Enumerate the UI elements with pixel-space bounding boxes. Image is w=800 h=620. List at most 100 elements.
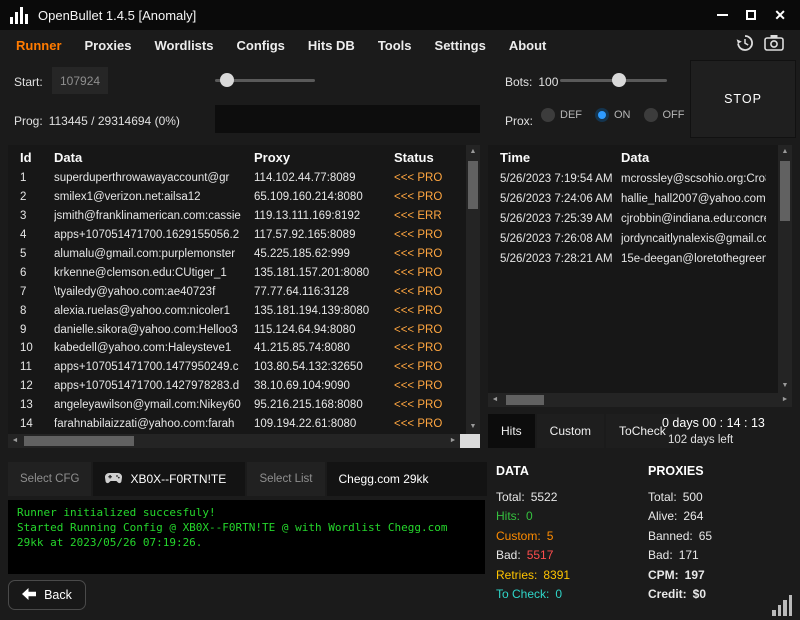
radio-dot xyxy=(595,108,609,122)
scrollbar-thumb[interactable] xyxy=(24,436,134,446)
scroll-down-icon[interactable]: ▼ xyxy=(466,420,480,434)
results-vertical-scrollbar[interactable]: ▲ ▼ xyxy=(466,145,480,434)
cell-proxy: 117.57.92.165:8089 xyxy=(254,229,394,241)
cell-id: 11 xyxy=(8,361,54,373)
cell-data: superduperthrowawayaccount@gr xyxy=(54,172,254,184)
table-row[interactable]: 11apps+107051471700.1477950249.c103.80.5… xyxy=(8,358,480,377)
config-name: XB0X--F0RTN!TE xyxy=(130,472,226,486)
results-horizontal-scrollbar[interactable]: ◄ ► xyxy=(8,434,460,448)
stop-button[interactable]: STOP xyxy=(690,60,796,138)
hit-row[interactable]: 5/26/2023 7:26:08 AMjordyncaitlynalexis@… xyxy=(488,229,792,249)
menu-item-configs[interactable]: Configs xyxy=(236,38,284,53)
scroll-left-icon[interactable]: ◄ xyxy=(488,393,502,407)
bots-slider[interactable] xyxy=(560,73,667,87)
select-cfg-button[interactable]: Select CFG xyxy=(8,462,91,496)
scrollbar-thumb[interactable] xyxy=(506,395,544,405)
stat-line: To Check:0 xyxy=(496,585,641,605)
stat-label: To Check: xyxy=(496,587,549,601)
menu-item-proxies[interactable]: Proxies xyxy=(85,38,132,53)
table-row[interactable]: 14farahnabilaizzati@yahoo.com:farah109.1… xyxy=(8,415,480,434)
cell-data: angeleyawilson@ymail.com:Nikey60 xyxy=(54,399,254,411)
table-row[interactable]: 5alumalu@gmail.com:purplemonster45.225.1… xyxy=(8,245,480,264)
cell-data: kabedell@yahoo.com:Haleysteve1 xyxy=(54,342,254,354)
table-row[interactable]: 7\tyailedy@yahoo.com:ae40723f77.77.64.11… xyxy=(8,282,480,301)
cell-data: \tyailedy@yahoo.com:ae40723f xyxy=(54,286,254,298)
cell-id: 4 xyxy=(8,229,54,241)
table-row[interactable]: 1superduperthrowawayaccount@gr114.102.44… xyxy=(8,169,480,188)
cell-status: <<< PRO xyxy=(394,267,452,279)
history-icon[interactable] xyxy=(736,34,754,57)
back-button[interactable]: Back xyxy=(8,580,86,610)
start-slider[interactable] xyxy=(215,73,315,87)
hits-horizontal-scrollbar[interactable]: ◄ ► xyxy=(488,393,792,407)
maximize-icon[interactable] xyxy=(746,10,756,20)
slider-thumb[interactable] xyxy=(220,73,234,87)
menu-icons xyxy=(736,34,784,57)
hit-row[interactable]: 5/26/2023 7:24:06 AMhallie_hall2007@yaho… xyxy=(488,189,792,209)
stat-label: Total: xyxy=(496,490,525,504)
menu-item-wordlists[interactable]: Wordlists xyxy=(154,38,213,53)
screenshot-camera-icon[interactable] xyxy=(764,34,784,56)
slider-thumb[interactable] xyxy=(612,73,626,87)
scroll-right-icon[interactable]: ► xyxy=(778,393,792,407)
table-row[interactable]: 9danielle.sikora@yahoo.com:Helloo3115.12… xyxy=(8,320,480,339)
start-input[interactable] xyxy=(52,67,108,94)
close-icon[interactable]: ✕ xyxy=(774,8,786,22)
hits-table: TimeData 5/26/2023 7:19:54 AMmcrossley@s… xyxy=(488,145,792,393)
table-row[interactable]: 3jsmith@franklinamerican.com:cassie119.1… xyxy=(8,207,480,226)
tab-hits[interactable]: Hits xyxy=(488,414,535,448)
results-header-status: Status xyxy=(394,150,452,165)
scroll-left-icon[interactable]: ◄ xyxy=(8,434,22,448)
results-header-id: Id xyxy=(8,150,54,165)
bots-value: 100 xyxy=(538,75,558,89)
table-row[interactable]: 4apps+107051471700.1629155056.2117.57.92… xyxy=(8,226,480,245)
cell-status: <<< PRO xyxy=(394,324,452,336)
table-row[interactable]: 10kabedell@yahoo.com:Haleysteve141.215.8… xyxy=(8,339,480,358)
select-list-button[interactable]: Select List xyxy=(247,462,324,496)
cell-status: <<< PRO xyxy=(394,229,452,241)
table-row[interactable]: 8alexia.ruelas@yahoo.com:nicoler1135.181… xyxy=(8,301,480,320)
hit-row[interactable]: 5/26/2023 7:25:39 AMcjrobbin@indiana.edu… xyxy=(488,209,792,229)
cell-status: <<< PRO xyxy=(394,418,452,430)
prox-radio-off[interactable]: OFF xyxy=(644,108,685,122)
cell-status: <<< PRO xyxy=(394,399,452,411)
menu-item-tools[interactable]: Tools xyxy=(378,38,412,53)
tab-custom[interactable]: Custom xyxy=(537,414,604,448)
menu-item-settings[interactable]: Settings xyxy=(435,38,486,53)
cell-proxy: 45.225.185.62:999 xyxy=(254,248,394,260)
prox-radio-def[interactable]: DEF xyxy=(541,108,582,122)
cell-id: 14 xyxy=(8,418,54,430)
hits-vertical-scrollbar[interactable]: ▲ ▼ xyxy=(778,145,792,393)
scroll-up-icon[interactable]: ▲ xyxy=(778,145,792,159)
stat-value: 5517 xyxy=(527,548,554,562)
results-header-proxy: Proxy xyxy=(254,150,394,165)
cell-time: 5/26/2023 7:26:08 AM xyxy=(488,233,621,245)
cell-id: 9 xyxy=(8,324,54,336)
menu-item-runner[interactable]: Runner xyxy=(16,38,62,53)
hit-row[interactable]: 5/26/2023 7:19:54 AMmcrossley@scsohio.or… xyxy=(488,169,792,189)
scroll-down-icon[interactable]: ▼ xyxy=(778,379,792,393)
menu-item-hits-db[interactable]: Hits DB xyxy=(308,38,355,53)
minimize-icon[interactable] xyxy=(717,14,728,16)
scrollbar-thumb[interactable] xyxy=(780,161,790,221)
table-row[interactable]: 2smilex1@verizon.net:ailsa1265.109.160.2… xyxy=(8,188,480,207)
cell-id: 7 xyxy=(8,286,54,298)
scroll-right-icon[interactable]: ► xyxy=(446,434,460,448)
scroll-up-icon[interactable]: ▲ xyxy=(466,145,480,159)
stat-line: Hits:0 xyxy=(496,507,641,527)
menu-item-about[interactable]: About xyxy=(509,38,547,53)
stat-line: Bad:171 xyxy=(648,546,788,566)
hit-row[interactable]: 5/26/2023 7:28:21 AM15e-deegan@loretothe… xyxy=(488,249,792,269)
table-row[interactable]: 12apps+107051471700.1427978283.d38.10.69… xyxy=(8,377,480,396)
stat-line: Credit:$0 xyxy=(648,585,788,605)
start-label: Start: xyxy=(14,75,43,89)
menu-bar: Runner Proxies Wordlists Configs Hits DB Tool… xyxy=(0,30,800,60)
cell-id: 5 xyxy=(8,248,54,260)
cell-proxy: 119.13.111.169:8192 xyxy=(254,210,394,222)
table-row[interactable]: 13angeleyawilson@ymail.com:Nikey6095.216… xyxy=(8,396,480,415)
results-header-data: Data xyxy=(54,150,254,165)
scrollbar-thumb[interactable] xyxy=(468,161,478,209)
table-row[interactable]: 6krkenne@clemson.edu:CUtiger_1135.181.15… xyxy=(8,263,480,282)
proxy-mode-radios: DEF ON OFF xyxy=(541,108,685,122)
prox-radio-on[interactable]: ON xyxy=(595,108,631,122)
